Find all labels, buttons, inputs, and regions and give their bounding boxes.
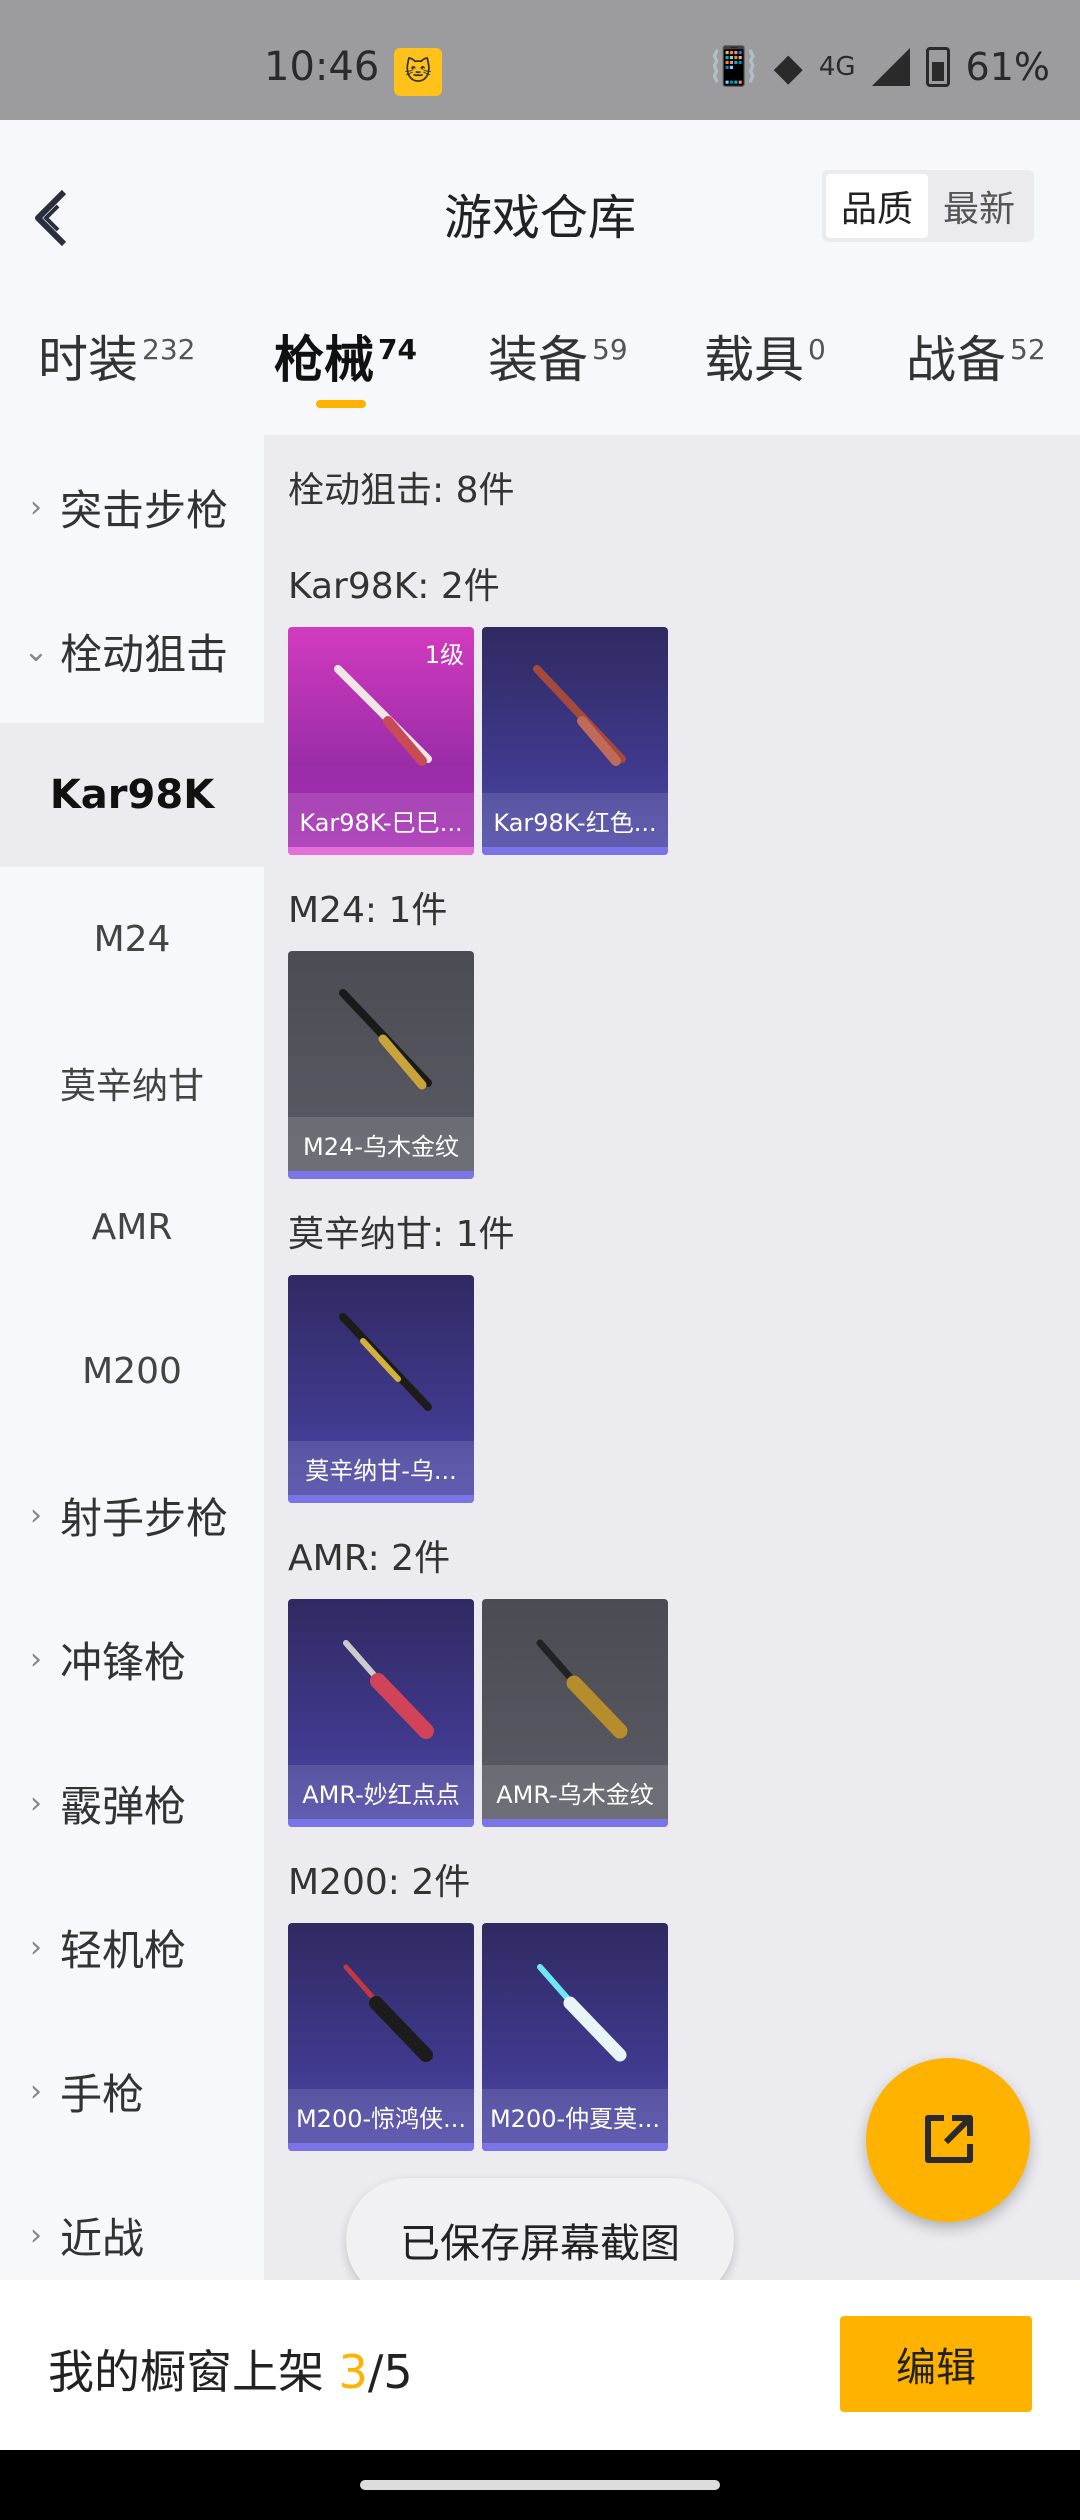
rarity-bar bbox=[288, 847, 474, 855]
sidebar-sub-amr[interactable]: AMR bbox=[0, 1155, 264, 1299]
item-name: M24-乌木金纹 bbox=[288, 1117, 474, 1171]
category-summary: 栓动狙击: 8件 bbox=[288, 470, 515, 511]
rarity-bar bbox=[482, 1819, 668, 1827]
sidebar-sub-m24[interactable]: M24 bbox=[0, 867, 264, 1011]
sidebar-item-lmg[interactable]: › 轻机枪 bbox=[0, 1875, 264, 2019]
system-nav-bar bbox=[0, 2450, 1080, 2520]
item-card[interactable]: M200-惊鸿侠... bbox=[288, 1923, 474, 2151]
rarity-bar bbox=[288, 1495, 474, 1503]
sidebar-sub-kar98k[interactable]: Kar98K bbox=[0, 723, 264, 867]
rifle-icon bbox=[533, 665, 626, 766]
rarity-bar bbox=[482, 847, 668, 855]
wifi-icon: ◆ bbox=[773, 44, 803, 89]
rifle-icon bbox=[339, 989, 432, 1090]
signal-icon bbox=[871, 47, 910, 86]
section-heading: M24: 1件 bbox=[288, 890, 448, 931]
rifle-icon bbox=[339, 1313, 432, 1411]
item-level-badge: 1级 bbox=[424, 641, 464, 669]
item-card[interactable]: M24-乌木金纹 bbox=[288, 951, 474, 1179]
item-card[interactable]: 1级 Kar98K-巳巳... bbox=[288, 627, 474, 855]
section-heading: AMR: 2件 bbox=[288, 1538, 451, 1579]
item-name: Kar98K-红色... bbox=[482, 793, 668, 847]
showcase-status: 我的橱窗上架 3/5 bbox=[48, 2345, 413, 2399]
battery-percent: 61% bbox=[965, 44, 1050, 89]
item-name: AMR-乌木金纹 bbox=[482, 1765, 668, 1819]
sidebar-item-smg[interactable]: › 冲锋枪 bbox=[0, 1587, 264, 1731]
sidebar-sub-m200[interactable]: M200 bbox=[0, 1299, 264, 1443]
rarity-bar bbox=[288, 1171, 474, 1179]
share-external-icon bbox=[925, 2115, 973, 2163]
item-name: Kar98K-巳巳... bbox=[288, 793, 474, 847]
section-heading: M200: 2件 bbox=[288, 1862, 471, 1903]
edit-button[interactable]: 编辑 bbox=[840, 2316, 1032, 2412]
share-button[interactable] bbox=[866, 2058, 1030, 2222]
header: 游戏仓库 品质 最新 bbox=[0, 120, 1080, 290]
home-indicator[interactable] bbox=[360, 2480, 720, 2490]
network-type: 4G bbox=[818, 51, 856, 82]
tab-fashion[interactable]: 时装 232 bbox=[38, 320, 195, 392]
tab-vehicles[interactable]: 载具 0 bbox=[704, 320, 826, 392]
item-name: 莫辛纳甘-乌... bbox=[288, 1441, 474, 1495]
item-name: M200-惊鸿侠... bbox=[288, 2089, 474, 2143]
rarity-bar bbox=[288, 2143, 474, 2151]
item-name: M200-仲夏莫... bbox=[482, 2089, 668, 2143]
sort-quality-button[interactable]: 品质 bbox=[826, 174, 928, 238]
tab-guns[interactable]: 枪械 74 bbox=[274, 320, 417, 392]
sort-newest-button[interactable]: 最新 bbox=[928, 174, 1030, 238]
chevron-right-icon: › bbox=[30, 1929, 42, 1965]
item-card[interactable]: M200-仲夏莫... bbox=[482, 1923, 668, 2151]
sidebar: › 突击步枪 ⌄ 栓动狙击 Kar98K M24 莫辛纳甘 AMR M200 › 射手… bbox=[0, 435, 264, 2280]
category-tabs: 时装 232 枪械 74 装备 59 载具 0 战备 52 bbox=[0, 290, 1080, 435]
rifle-icon bbox=[343, 1640, 434, 1739]
battery-icon bbox=[925, 46, 950, 87]
chevron-right-icon: › bbox=[30, 489, 42, 525]
rarity-bar bbox=[482, 2143, 668, 2151]
vibrate-icon: 📳 bbox=[710, 44, 758, 88]
sidebar-item-marksman-rifle[interactable]: › 射手步枪 bbox=[0, 1443, 264, 1587]
sidebar-item-assault-rifle[interactable]: › 突击步枪 bbox=[0, 435, 264, 579]
sort-toggle: 品质 最新 bbox=[822, 170, 1034, 242]
chevron-down-icon: ⌄ bbox=[23, 633, 49, 669]
item-card[interactable]: AMR-妙红点点 bbox=[288, 1599, 474, 1827]
rarity-bar bbox=[288, 1819, 474, 1827]
rifle-icon bbox=[537, 1964, 627, 2062]
active-tab-indicator bbox=[316, 400, 366, 408]
sidebar-sub-mosin[interactable]: 莫辛纳甘 bbox=[0, 1011, 264, 1155]
status-bar: 10:46 🐱 📳 ◆ 4G 61% bbox=[0, 0, 1080, 120]
sidebar-item-pistol[interactable]: › 手枪 bbox=[0, 2019, 264, 2163]
item-card[interactable]: 莫辛纳甘-乌... bbox=[288, 1275, 474, 1503]
chevron-right-icon: › bbox=[30, 2217, 42, 2253]
item-name: AMR-妙红点点 bbox=[288, 1765, 474, 1819]
showcase-bar: 我的橱窗上架 3/5 编辑 bbox=[0, 2280, 1080, 2450]
chevron-right-icon: › bbox=[30, 1641, 42, 1677]
item-card[interactable]: Kar98K-红色... bbox=[482, 627, 668, 855]
section-heading: Kar98K: 2件 bbox=[288, 566, 500, 607]
tab-equipment[interactable]: 装备 59 bbox=[488, 320, 628, 392]
chevron-right-icon: › bbox=[30, 1785, 42, 1821]
rifle-icon bbox=[536, 1639, 628, 1739]
tab-supplies[interactable]: 战备 52 bbox=[906, 320, 1046, 392]
chevron-right-icon: › bbox=[30, 1497, 42, 1533]
status-icons: 📳 ◆ 4G 61% bbox=[710, 44, 1050, 89]
item-card[interactable]: AMR-乌木金纹 bbox=[482, 1599, 668, 1827]
sidebar-item-shotgun[interactable]: › 霰弹枪 bbox=[0, 1731, 264, 1875]
sidebar-item-bolt-sniper[interactable]: ⌄ 栓动狙击 bbox=[0, 579, 264, 723]
status-time: 10:46 bbox=[264, 44, 380, 90]
game-app-icon: 🐱 bbox=[394, 48, 442, 96]
rifle-icon bbox=[343, 1964, 433, 2062]
section-heading: 莫辛纳甘: 1件 bbox=[288, 1214, 515, 1255]
chevron-right-icon: › bbox=[30, 2073, 42, 2109]
item-grid: 栓动狙击: 8件 Kar98K: 2件 1级 Kar98K-巳巳... Kar9… bbox=[264, 435, 1080, 2280]
